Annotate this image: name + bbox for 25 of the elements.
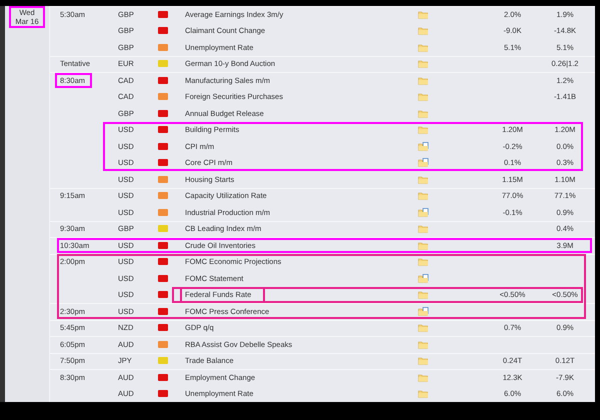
folder-page-icon[interactable] xyxy=(418,142,429,151)
folder-page-icon[interactable] xyxy=(418,208,429,217)
folder-icon[interactable] xyxy=(418,108,429,118)
folder-icon[interactable] xyxy=(418,257,429,266)
folder-icon[interactable] xyxy=(418,191,429,200)
folder-icon[interactable] xyxy=(418,42,429,52)
folder-icon[interactable] xyxy=(418,59,429,68)
highlight-box xyxy=(55,72,92,88)
folder-page-icon[interactable] xyxy=(418,158,429,168)
folder-icon[interactable] xyxy=(418,174,429,184)
folder-icon[interactable] xyxy=(418,340,429,349)
folder-page-icon[interactable] xyxy=(418,306,429,316)
folder-icon[interactable] xyxy=(418,372,429,382)
folder-icon[interactable] xyxy=(418,76,429,85)
folder-icon[interactable] xyxy=(418,125,429,134)
folder-page-icon[interactable] xyxy=(418,274,429,283)
folder-icon[interactable] xyxy=(418,10,429,19)
folder-icon[interactable] xyxy=(418,224,429,234)
folder-icon[interactable] xyxy=(418,389,429,398)
folder-icon[interactable] xyxy=(418,26,429,36)
folder-icon[interactable] xyxy=(418,240,429,250)
folder-icon[interactable] xyxy=(418,323,429,332)
folder-icon[interactable] xyxy=(418,356,429,366)
folder-icon[interactable] xyxy=(418,92,429,102)
folder-icon[interactable] xyxy=(418,290,429,300)
